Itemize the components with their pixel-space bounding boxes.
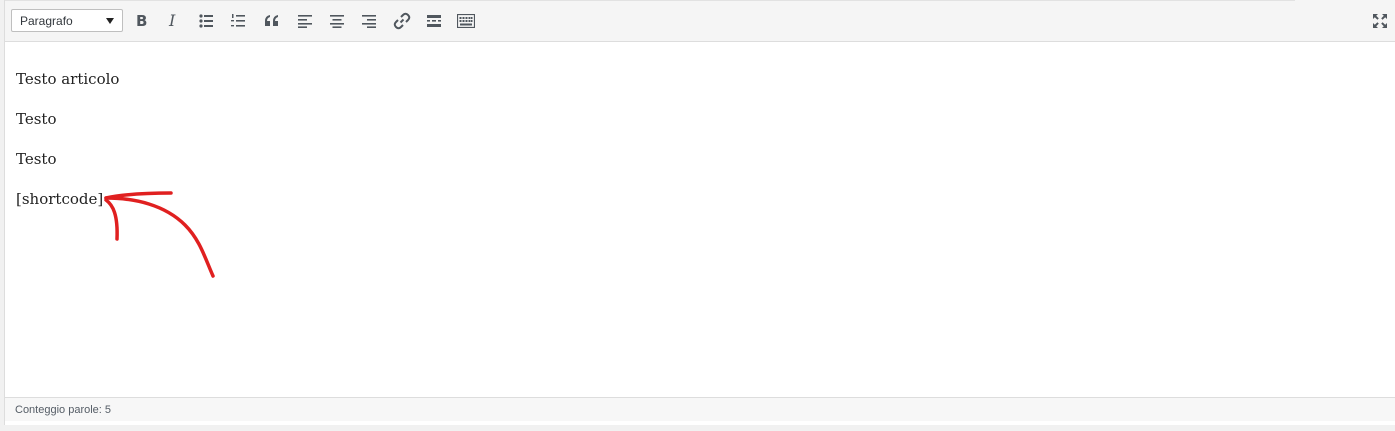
- svg-text:I: I: [168, 13, 176, 29]
- align-right-icon: [362, 15, 376, 28]
- shortcode-paragraph: [shortcode]: [16, 190, 104, 208]
- italic-button[interactable]: I: [163, 10, 185, 32]
- link-icon: [393, 12, 411, 30]
- editor-toolbar: Paragrafo B I: [5, 0, 1395, 42]
- fullscreen-icon: [1373, 14, 1387, 28]
- content-paragraph: Testo: [16, 150, 57, 168]
- blockquote-icon: [265, 15, 278, 26]
- bold-button[interactable]: B: [131, 10, 153, 32]
- toolbar-divider: [5, 0, 1295, 1]
- caret-down-icon: [106, 18, 114, 24]
- read-more-icon: [427, 15, 441, 27]
- numbered-list-icon: [231, 14, 245, 27]
- numbered-list-button[interactable]: [227, 10, 249, 32]
- content-paragraph: Testo articolo: [16, 70, 120, 88]
- format-select-value: Paragrafo: [20, 14, 73, 28]
- bold-icon: B: [136, 13, 147, 29]
- text-editor: Paragrafo B I Testo articolo Testo Testo…: [4, 0, 1395, 425]
- bullet-list-icon: [199, 14, 213, 28]
- read-more-button[interactable]: [423, 10, 445, 32]
- word-count: Conteggio parole: 5: [15, 404, 112, 416]
- align-center-button[interactable]: [326, 10, 348, 32]
- svg-text:B: B: [136, 13, 147, 29]
- align-left-button[interactable]: [294, 10, 316, 32]
- align-center-icon: [330, 15, 344, 28]
- format-select[interactable]: Paragrafo: [11, 9, 123, 32]
- blockquote-button[interactable]: [261, 10, 283, 32]
- content-paragraph: Testo: [16, 110, 57, 128]
- align-left-icon: [298, 15, 312, 28]
- status-bar: Conteggio parole: 5: [5, 397, 1395, 421]
- editor-content[interactable]: Testo articolo Testo Testo [shortcode]: [5, 42, 1395, 397]
- bullet-list-button[interactable]: [195, 10, 217, 32]
- keyboard-icon: [457, 14, 475, 28]
- align-right-button[interactable]: [358, 10, 380, 32]
- toolbar-toggle-button[interactable]: [455, 10, 477, 32]
- link-button[interactable]: [391, 10, 413, 32]
- fullscreen-button[interactable]: [1369, 10, 1391, 32]
- italic-icon: I: [168, 13, 176, 29]
